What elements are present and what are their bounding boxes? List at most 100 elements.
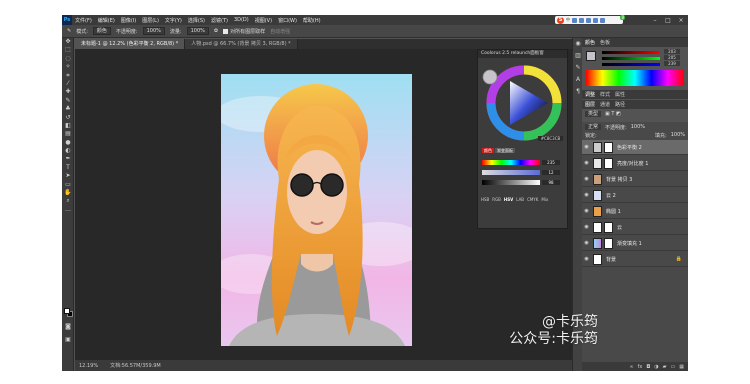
visibility-eye-icon[interactable]: ◉: [582, 192, 591, 198]
panel-fg-swatch[interactable]: [586, 51, 596, 61]
eraser-tool-icon[interactable]: ◧: [62, 122, 74, 130]
layer-row[interactable]: ◉ 椭圆 1: [582, 204, 688, 219]
b-value[interactable]: 239: [664, 61, 680, 66]
brightness-slider[interactable]: [482, 180, 540, 185]
layer-opacity-value[interactable]: 100%: [631, 124, 645, 131]
screen-mode-icon[interactable]: ▣: [62, 336, 74, 344]
menu-image[interactable]: 图像(I): [118, 17, 139, 24]
tab-gradient-panel[interactable]: 渐变面板: [495, 148, 515, 153]
mode-hsv[interactable]: HSV: [504, 197, 513, 202]
airbrush-icon[interactable]: ✿: [214, 28, 218, 34]
history-brush-icon[interactable]: ↺: [62, 114, 74, 122]
layer-mask-thumbnail[interactable]: [604, 221, 613, 233]
type-tool-icon[interactable]: T: [62, 164, 74, 172]
add-mask-icon[interactable]: ◘: [646, 364, 650, 370]
ime-keyboard-icon[interactable]: [586, 17, 591, 23]
layer-row[interactable]: ◉ 背景 拷贝 3: [582, 172, 688, 187]
lock-icon[interactable]: 🔒: [676, 256, 682, 262]
opacity-field[interactable]: 100%: [142, 27, 165, 35]
visibility-eye-icon[interactable]: ◉: [582, 176, 591, 182]
menu-type[interactable]: 文字(Y): [162, 17, 185, 24]
coolorus-panel[interactable]: Coolorus 2.5 relaunch面板窗 #C8C3CB 颜色 渐变面板: [477, 49, 568, 229]
minimize-icon[interactable]: –: [650, 17, 660, 24]
layer-row[interactable]: ◉ 云 2: [582, 188, 688, 203]
mode-lab[interactable]: LAB: [516, 197, 524, 202]
gradient-tool-icon[interactable]: ▤: [62, 130, 74, 138]
visibility-eye-icon[interactable]: ◉: [582, 224, 591, 230]
ime-toolbar[interactable]: S 中 8: [555, 15, 625, 24]
ime-tools-icon[interactable]: [600, 17, 605, 23]
hand-tool-icon[interactable]: ✋: [62, 189, 74, 197]
color-wheel[interactable]: [478, 59, 567, 147]
menu-3d[interactable]: 3D(D): [231, 17, 252, 23]
menu-help[interactable]: 帮助(H): [300, 17, 324, 24]
current-color-swatch[interactable]: [482, 69, 498, 85]
layer-mask-thumbnail[interactable]: [604, 157, 613, 169]
delete-layer-icon[interactable]: ▦: [679, 364, 684, 370]
g-value[interactable]: 205: [664, 55, 680, 60]
foreground-color-swatch[interactable]: [64, 308, 70, 314]
visibility-eye-icon[interactable]: ◉: [582, 256, 591, 262]
magic-wand-tool-icon[interactable]: ✧: [62, 63, 74, 71]
g-slider[interactable]: [602, 57, 660, 60]
zoom-level[interactable]: 12.19%: [79, 363, 98, 369]
link-layers-icon[interactable]: ∞: [629, 364, 633, 370]
ime-skin-icon[interactable]: [593, 17, 598, 23]
healing-tool-icon[interactable]: ✚: [62, 88, 74, 96]
layer-mask-thumbnail[interactable]: [604, 141, 613, 153]
menu-window[interactable]: 窗口(W): [275, 17, 300, 24]
mode-rgb[interactable]: RGB: [492, 197, 501, 202]
blur-tool-icon[interactable]: ●: [62, 139, 74, 147]
tab-swatches[interactable]: 色板: [600, 39, 610, 46]
mode-select[interactable]: 颜色: [92, 27, 111, 35]
tab-adjustments[interactable]: 调整: [585, 91, 595, 98]
shape-tool-icon[interactable]: ▭: [62, 181, 74, 189]
ime-language[interactable]: 中: [566, 17, 570, 23]
tab-channels[interactable]: 通道: [600, 101, 610, 108]
pen-tool-icon[interactable]: ✒: [62, 155, 74, 163]
layer-row[interactable]: ◉ 云: [582, 220, 688, 235]
visibility-eye-icon[interactable]: ◉: [582, 240, 591, 246]
more-tools-icon[interactable]: …: [62, 206, 74, 214]
path-select-tool-icon[interactable]: ➤: [62, 172, 74, 180]
close-icon[interactable]: ×: [676, 17, 686, 24]
auto-enhance-option[interactable]: 自动增强: [270, 28, 290, 35]
ime-mic-icon[interactable]: [579, 17, 584, 23]
r-value[interactable]: 203: [664, 49, 680, 54]
menu-file[interactable]: 文件(F): [72, 17, 95, 24]
b-slider[interactable]: [602, 63, 660, 66]
menu-view[interactable]: 视图(V): [252, 17, 275, 24]
hex-color-field[interactable]: #C8C3CB: [538, 136, 563, 141]
tab-color-panel[interactable]: 颜色: [585, 39, 595, 46]
quick-mask-icon[interactable]: ◙: [62, 323, 74, 331]
dodge-tool-icon[interactable]: ◐: [62, 147, 74, 155]
layer-mask-thumbnail[interactable]: [604, 237, 613, 249]
visibility-eye-icon[interactable]: ◉: [582, 144, 591, 150]
saturation-value[interactable]: 12: [542, 170, 560, 175]
layer-kind-filter[interactable]: 类型: [585, 111, 602, 117]
visibility-eye-icon[interactable]: ◉: [582, 208, 591, 214]
color-swatches[interactable]: [64, 308, 73, 317]
mode-cmyk[interactable]: CMYK: [527, 197, 538, 202]
new-group-icon[interactable]: ▰: [663, 364, 667, 370]
menu-edit[interactable]: 编辑(E): [95, 17, 118, 24]
r-slider[interactable]: [602, 51, 660, 54]
maximize-icon[interactable]: □: [663, 17, 673, 24]
blend-mode-select[interactable]: 正常: [585, 124, 602, 130]
menu-layer[interactable]: 图层(L): [139, 17, 162, 24]
sample-all-layers-checkbox[interactable]: 对所有图层取样: [223, 28, 265, 35]
move-tool-icon[interactable]: ✥: [62, 38, 74, 46]
flow-field[interactable]: 100%: [186, 27, 209, 35]
tab-color[interactable]: 颜色: [482, 148, 494, 153]
hue-value[interactable]: 235: [542, 160, 560, 165]
mode-mix[interactable]: Mix: [541, 197, 548, 202]
layer-row[interactable]: ◉ 色彩平衡 2: [582, 140, 688, 155]
visibility-eye-icon[interactable]: ◉: [582, 160, 591, 166]
mode-hsb[interactable]: HSB: [481, 197, 489, 202]
tab-person-psd[interactable]: 人物.psd @ 66.7% (背景 拷贝 3, RGB/8) *: [185, 39, 298, 49]
fx-icon[interactable]: fx: [638, 364, 643, 370]
layer-row[interactable]: ◉ 背景 🔒: [582, 252, 688, 267]
new-layer-icon[interactable]: ▭: [671, 364, 676, 370]
layer-row[interactable]: ◉ 亮度/对比度 1: [582, 156, 688, 171]
fill-value[interactable]: 100%: [671, 132, 685, 139]
